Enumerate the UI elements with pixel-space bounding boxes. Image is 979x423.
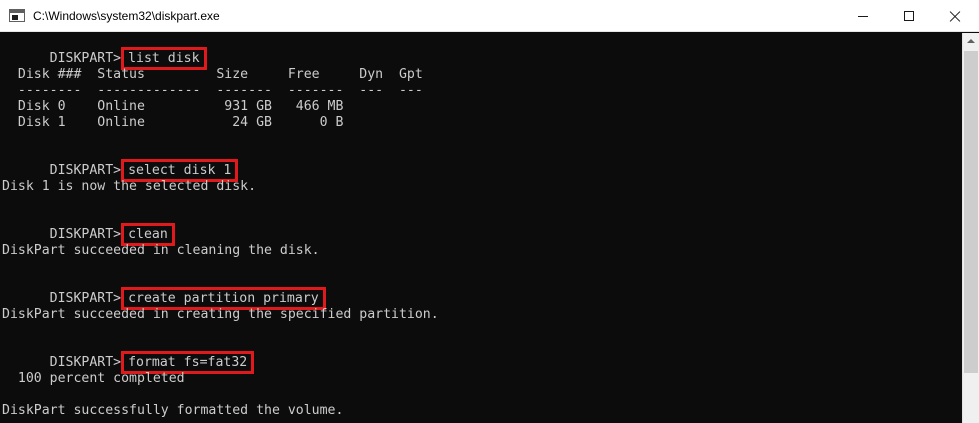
command-line-clean: DISKPART> clean bbox=[2, 211, 175, 246]
command-line-create-partition: DISKPART> create partition primary bbox=[2, 275, 326, 310]
scroll-up-arrow-icon[interactable] bbox=[963, 33, 979, 50]
disk-table-separator: -------- ------------- ------- ------- -… bbox=[2, 83, 423, 98]
highlighted-command-list-disk: list disk bbox=[121, 47, 207, 70]
console-app-icon bbox=[9, 9, 25, 22]
minimize-button[interactable] bbox=[840, 0, 886, 32]
output-cleaned: DiskPart succeeded in cleaning the disk. bbox=[2, 243, 320, 258]
output-selected: Disk 1 is now the selected disk. bbox=[2, 179, 257, 194]
command-line-format: DISKPART> format fs=fat32 bbox=[2, 339, 255, 374]
highlighted-command-format: format fs=fat32 bbox=[121, 351, 255, 374]
highlighted-command-clean: clean bbox=[121, 223, 175, 246]
scrollbar-thumb[interactable] bbox=[964, 51, 978, 373]
highlighted-command-select-disk: select disk 1 bbox=[121, 159, 239, 182]
disk-table-row: Disk 1 Online 24 GB 0 B bbox=[2, 115, 344, 130]
highlighted-command-create-partition: create partition primary bbox=[121, 287, 326, 310]
prompt: DISKPART> bbox=[49, 291, 122, 306]
command-line-list-disk: DISKPART> list disk bbox=[2, 35, 207, 70]
maximize-button[interactable] bbox=[886, 0, 932, 32]
prompt: DISKPART> bbox=[49, 163, 122, 178]
vertical-scrollbar[interactable] bbox=[962, 33, 979, 423]
disk-table-row: Disk 0 Online 931 GB 466 MB bbox=[2, 99, 344, 114]
console-output[interactable]: DISKPART> list disk Disk ### Status Size … bbox=[0, 33, 962, 423]
close-button[interactable] bbox=[932, 0, 978, 32]
title-bar[interactable]: C:\Windows\system32\diskpart.exe bbox=[0, 0, 979, 32]
disk-table-header: Disk ### Status Size Free Dyn Gpt bbox=[2, 67, 423, 82]
output-formatted: DiskPart successfully formatted the volu… bbox=[2, 403, 344, 418]
diskpart-window: C:\Windows\system32\diskpart.exe DISKPAR… bbox=[0, 0, 979, 423]
output-created: DiskPart succeeded in creating the speci… bbox=[2, 307, 439, 322]
prompt: DISKPART> bbox=[49, 355, 122, 370]
command-line-select-disk: DISKPART> select disk 1 bbox=[2, 147, 239, 182]
output-progress: 100 percent completed bbox=[2, 371, 185, 386]
prompt: DISKPART> bbox=[49, 51, 122, 66]
prompt: DISKPART> bbox=[49, 227, 122, 242]
window-title: C:\Windows\system32\diskpart.exe bbox=[33, 9, 220, 23]
